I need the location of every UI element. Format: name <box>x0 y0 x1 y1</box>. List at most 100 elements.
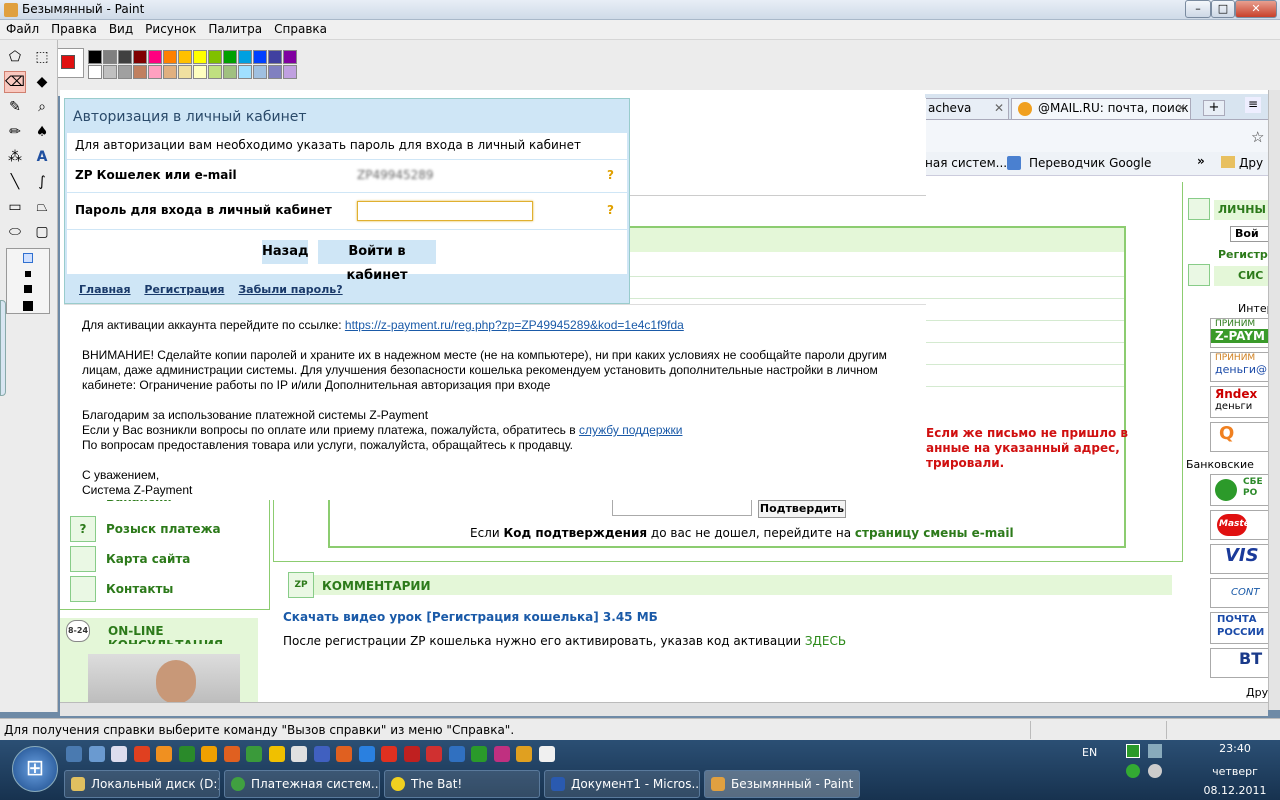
menu-payment-search[interactable]: Розыск платежа <box>106 522 221 536</box>
online-consult-header[interactable]: 8-24 ON-LINE КОНСУЛЬТАЦИЯ <box>60 618 258 652</box>
palette-swatch[interactable] <box>103 65 117 79</box>
size-1[interactable] <box>23 253 33 263</box>
fill-icon[interactable]: ◆ <box>31 71 53 93</box>
quick-launch-icon[interactable] <box>133 746 150 762</box>
forgot-password-link[interactable]: Забыли пароль? <box>238 283 342 296</box>
tray-icon-3[interactable] <box>1126 764 1140 778</box>
palette-swatch[interactable] <box>148 50 162 64</box>
quick-launch-icon[interactable] <box>493 746 510 762</box>
palette-swatch[interactable] <box>223 65 237 79</box>
back-button[interactable]: Назад <box>262 240 308 264</box>
tab-2-close-icon[interactable]: ✕ <box>1176 101 1186 115</box>
quick-launch-icon[interactable] <box>223 746 240 762</box>
palette-swatch[interactable] <box>238 50 252 64</box>
code-input[interactable] <box>612 500 752 516</box>
ellipse-icon[interactable]: ⬭ <box>4 221 26 243</box>
bookmarks-more-icon[interactable]: » <box>1197 154 1205 168</box>
quick-launch-icon[interactable] <box>111 746 127 762</box>
minimize-button[interactable]: – <box>1185 0 1211 18</box>
task-local-disk[interactable]: Локальный диск (D:) <box>64 770 220 798</box>
airbrush-icon[interactable]: ⁂ <box>4 146 26 168</box>
polygon-icon[interactable]: ⏢ <box>31 196 53 218</box>
palette-swatch[interactable] <box>283 50 297 64</box>
palette-swatch[interactable] <box>208 65 222 79</box>
vertical-scrollbar[interactable] <box>1268 90 1280 710</box>
tab-1-close-icon[interactable]: ✕ <box>994 101 1004 115</box>
brush-size-selector[interactable] <box>6 248 50 314</box>
menu-file[interactable]: Файл <box>0 20 45 38</box>
brush-icon[interactable]: ♠ <box>31 121 53 143</box>
menu-help[interactable]: Справка <box>268 20 333 38</box>
task-word[interactable]: Документ1 - Micros... <box>544 770 700 798</box>
size-2[interactable] <box>25 271 31 277</box>
activation-link[interactable]: https://z-payment.ru/reg.php?zp=ZP499452… <box>345 318 684 332</box>
palette-swatch[interactable] <box>133 65 147 79</box>
palette-swatch[interactable] <box>103 50 117 64</box>
menu-sitemap[interactable]: Карта сайта <box>106 552 190 566</box>
free-select-icon[interactable]: ⬠ <box>4 46 26 68</box>
bookmark-star-icon[interactable]: ☆ <box>1251 128 1264 146</box>
menu-palette[interactable]: Палитра <box>202 20 268 38</box>
palette-swatch[interactable] <box>253 50 267 64</box>
rounded-rect-icon[interactable]: ▢ <box>31 221 53 243</box>
confirm-button[interactable]: Подтвердить <box>758 500 846 518</box>
size-4[interactable] <box>23 301 33 311</box>
horizontal-scrollbar[interactable] <box>60 702 1268 716</box>
quick-launch-icon[interactable] <box>156 746 172 762</box>
text-icon[interactable]: A <box>31 146 53 168</box>
tray-icon-2[interactable] <box>1148 744 1162 758</box>
palette-swatch[interactable] <box>118 65 132 79</box>
clock-time[interactable]: 23:40 <box>1200 742 1270 755</box>
quick-launch-icon[interactable] <box>291 746 307 762</box>
palette-swatch[interactable] <box>208 50 222 64</box>
activation-here-link[interactable]: ЗДЕСЬ <box>805 634 846 648</box>
start-button[interactable]: ⊞ <box>12 746 58 792</box>
quick-launch-icon[interactable] <box>66 746 82 762</box>
menu-view[interactable]: Вид <box>103 20 139 38</box>
quick-launch-icon[interactable] <box>516 746 532 762</box>
quick-launch-icon[interactable] <box>426 746 442 762</box>
quick-launch-icon[interactable] <box>448 746 465 762</box>
palette-swatch[interactable] <box>223 50 237 64</box>
quick-launch-icon[interactable] <box>336 746 352 762</box>
task-thebat[interactable]: The Bat! <box>384 770 540 798</box>
color-selector[interactable] <box>56 48 84 78</box>
rect-select-icon[interactable]: ⬚ <box>31 46 53 68</box>
password-help-icon[interactable]: ? <box>607 203 614 217</box>
eraser-icon[interactable]: ⌫ <box>4 71 26 93</box>
task-browser[interactable]: Платежная систем... <box>224 770 380 798</box>
bookmark-2[interactable]: Переводчик Google <box>1029 156 1151 170</box>
quick-launch-icon[interactable] <box>88 746 105 762</box>
palette-swatch[interactable] <box>163 65 177 79</box>
menu-contacts[interactable]: Контакты <box>106 582 173 596</box>
palette-swatch[interactable] <box>88 50 102 64</box>
palette-swatch[interactable] <box>118 50 132 64</box>
magnifier-icon[interactable]: ⌕ <box>31 96 53 118</box>
tray-icon-4[interactable] <box>1148 764 1162 778</box>
quick-launch-icon[interactable] <box>538 746 555 762</box>
quick-launch-icon[interactable] <box>358 746 375 762</box>
quick-launch-icon[interactable] <box>246 746 262 762</box>
wallet-help-icon[interactable]: ? <box>607 168 614 182</box>
new-tab-button[interactable]: + <box>1203 100 1225 116</box>
pencil-icon[interactable]: ✏ <box>4 121 26 143</box>
bookmark-3[interactable]: Дру <box>1239 156 1263 170</box>
personal-register-link[interactable]: Регистр <box>1218 248 1268 261</box>
palette-swatch[interactable] <box>88 65 102 79</box>
palette-swatch[interactable] <box>193 65 207 79</box>
browser-tab-1[interactable]: acheva ✕ <box>925 98 1009 120</box>
quick-launch-icon[interactable] <box>471 746 487 762</box>
tab-menu-icon[interactable]: ≡ <box>1245 97 1261 113</box>
support-link[interactable]: службу поддержки <box>579 423 682 437</box>
palette-swatch[interactable] <box>268 50 282 64</box>
video-lesson-link[interactable]: Скачать видео урок [Регистрация кошелька… <box>283 610 658 624</box>
quick-launch-icon[interactable] <box>268 746 285 762</box>
palette-swatch[interactable] <box>238 65 252 79</box>
palette-swatch[interactable] <box>133 50 147 64</box>
password-input[interactable] <box>357 201 533 221</box>
palette-swatch[interactable] <box>178 65 192 79</box>
line-icon[interactable]: ╲ <box>4 171 26 193</box>
quick-launch-icon[interactable] <box>313 746 330 762</box>
palette-swatch[interactable] <box>253 65 267 79</box>
close-button[interactable]: ✕ <box>1235 0 1277 18</box>
